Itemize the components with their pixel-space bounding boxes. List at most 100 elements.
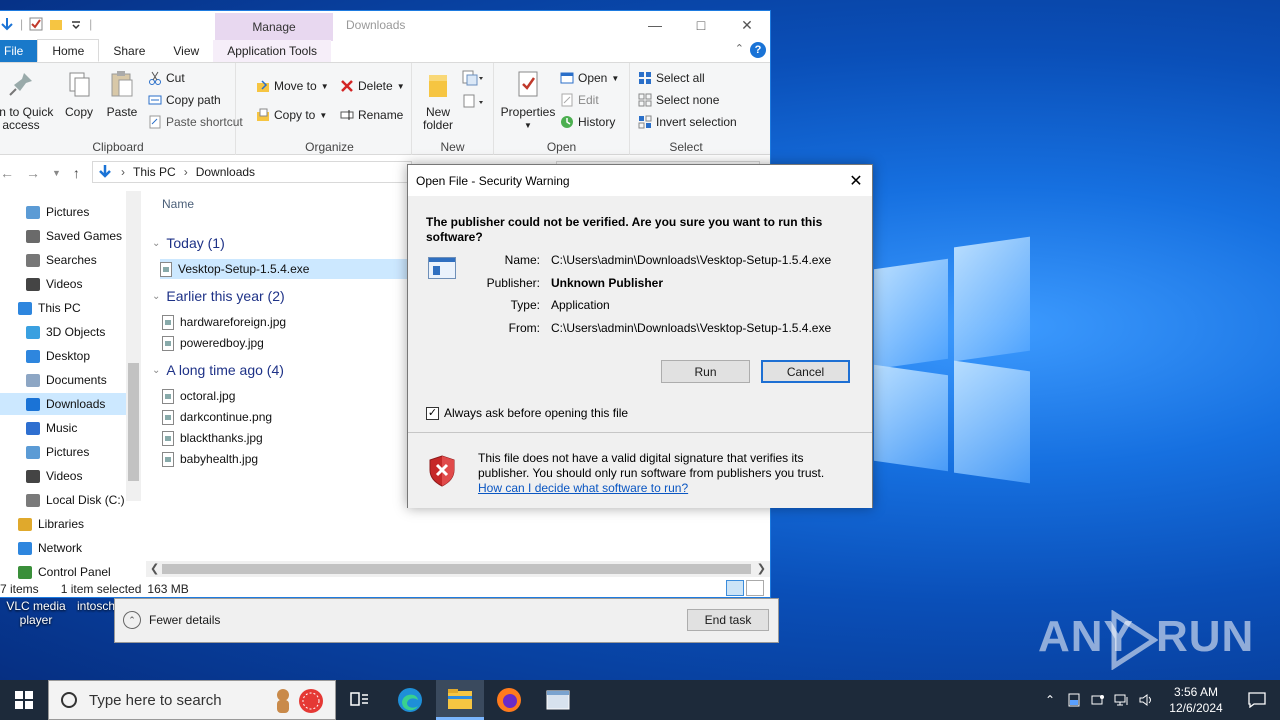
notifications-button[interactable] — [1234, 680, 1280, 720]
tab-file[interactable]: File — [0, 40, 38, 62]
fewer-details-button[interactable]: ⌃ Fewer details — [123, 611, 220, 629]
cut-button[interactable]: Cut — [148, 71, 185, 85]
copy-to-button[interactable]: Copy to ▼ — [256, 108, 327, 122]
collapse-ribbon-icon[interactable]: ⌃ — [735, 42, 744, 55]
file-row-selected[interactable]: Vesktop-Setup-1.5.4.exe — [160, 259, 410, 279]
help-icon[interactable]: ? — [750, 42, 766, 58]
group-header-earlier-this-year[interactable]: ⌄ Earlier this year (2) — [152, 288, 285, 304]
breadcrumb-downloads[interactable]: Downloads — [196, 165, 255, 179]
sidebar-item-saved-games[interactable]: Saved Games — [0, 225, 126, 247]
task-view-button[interactable] — [336, 680, 384, 720]
file-row[interactable]: poweredboy.jpg — [162, 333, 410, 353]
copy-button[interactable]: Copy — [62, 69, 96, 119]
sidebar-item-desktop[interactable]: Desktop — [0, 345, 126, 367]
properties-check-icon[interactable] — [29, 17, 43, 31]
copy-path-button[interactable]: Copy path — [148, 93, 221, 107]
new-folder-icon[interactable] — [49, 17, 63, 31]
easy-access-icon[interactable] — [462, 93, 484, 111]
sidebar-item-3d-objects[interactable]: 3D Objects — [0, 321, 126, 343]
large-icons-view-icon[interactable] — [746, 580, 764, 596]
horizontal-scrollbar[interactable]: ❮ ❯ — [146, 561, 770, 577]
invert-selection-button[interactable]: Invert selection — [638, 115, 737, 129]
close-icon[interactable]: ✕ — [724, 11, 770, 39]
minimize-icon[interactable]: — — [632, 11, 678, 39]
pin-quick-access-button[interactable]: Pin to Quick access — [0, 69, 56, 132]
always-ask-checkbox[interactable]: ✓ — [426, 406, 439, 420]
start-button[interactable] — [0, 680, 48, 720]
rename-button[interactable]: Rename — [340, 108, 403, 122]
tab-share[interactable]: Share — [99, 40, 159, 62]
file-explorer-button[interactable] — [436, 680, 484, 720]
sidebar-item-network[interactable]: Network — [0, 537, 126, 559]
desktop-icon-intosch[interactable]: intosch — [76, 599, 116, 613]
back-arrow-icon[interactable]: ← — [0, 165, 14, 181]
scroll-left-icon[interactable]: ❮ — [150, 562, 159, 575]
meet-now-icon[interactable] — [1086, 680, 1110, 720]
file-row[interactable]: hardwareforeign.jpg — [162, 312, 410, 332]
chevron-up-icon[interactable]: ⌃ — [1038, 680, 1062, 720]
file-row[interactable]: octoral.jpg — [162, 386, 410, 406]
scroll-right-icon[interactable]: ❯ — [757, 562, 766, 575]
tab-application-tools[interactable]: Application Tools — [213, 40, 332, 62]
scrollbar-thumb[interactable] — [128, 363, 139, 481]
scrollbar-thumb[interactable] — [162, 564, 751, 574]
delete-button[interactable]: Delete ▼ — [340, 79, 405, 93]
sidebar-item-pictures[interactable]: Pictures — [0, 201, 126, 223]
taskbar-search[interactable]: Type here to search — [48, 680, 336, 720]
recent-dropdown-icon[interactable]: ▼ — [52, 168, 61, 181]
help-link[interactable]: How can I decide what software to run? — [478, 481, 688, 495]
details-view-icon[interactable] — [726, 580, 744, 596]
move-to-button[interactable]: Move to ▼ — [256, 79, 329, 93]
history-button[interactable]: History — [560, 115, 615, 129]
up-arrow-icon[interactable]: ↑ — [73, 165, 80, 181]
sidebar-item-downloads[interactable]: Downloads — [0, 393, 126, 415]
sidebar-item-pictures[interactable]: Pictures — [0, 441, 126, 463]
select-none-button[interactable]: Select none — [638, 93, 719, 107]
firefox-button[interactable] — [485, 680, 533, 720]
select-all-button[interactable]: Select all — [638, 71, 705, 85]
file-row[interactable]: darkcontinue.png — [162, 407, 410, 427]
file-row[interactable]: blackthanks.jpg — [162, 428, 410, 448]
always-ask-checkbox-row[interactable]: ✓ Always ask before opening this file — [426, 406, 628, 420]
forward-arrow-icon[interactable]: → — [26, 165, 40, 181]
properties-button[interactable]: Properties ▼ — [500, 69, 556, 132]
nav-scrollbar[interactable] — [126, 191, 141, 501]
paste-shortcut-button[interactable]: Paste shortcut — [148, 115, 243, 129]
sidebar-item-libraries[interactable]: Libraries — [0, 513, 126, 535]
customize-dropdown-icon[interactable] — [69, 17, 83, 31]
edge-button[interactable] — [386, 680, 434, 720]
close-icon[interactable]: ✕ — [840, 165, 872, 196]
desktop-icon-vlc[interactable]: VLC media player — [0, 599, 72, 627]
new-folder-button[interactable]: New folder — [420, 69, 456, 132]
group-header-long-time-ago[interactable]: ⌄ A long time ago (4) — [152, 362, 284, 378]
run-button[interactable]: Run — [661, 360, 750, 383]
sidebar-item-videos[interactable]: Videos — [0, 273, 126, 295]
edit-button[interactable]: Edit — [560, 93, 599, 107]
end-task-button[interactable]: End task — [687, 609, 769, 631]
maximize-icon[interactable]: □ — [678, 11, 724, 39]
sidebar-item-this-pc[interactable]: This PC — [0, 297, 126, 319]
clock[interactable]: 3:56 AM 12/6/2024 — [1158, 684, 1234, 716]
security-dialog-button[interactable] — [534, 680, 582, 720]
sidebar-item-local-disk-c[interactable]: Local Disk (C:) — [0, 489, 126, 511]
column-header-name[interactable]: Name — [162, 197, 194, 211]
volume-icon[interactable] — [1134, 680, 1158, 720]
breadcrumb-this-pc[interactable]: This PC — [133, 165, 176, 179]
file-row[interactable]: babyhealth.jpg — [162, 449, 410, 469]
sidebar-item-videos[interactable]: Videos — [0, 465, 126, 487]
cancel-button[interactable]: Cancel — [761, 360, 850, 383]
address-bar[interactable]: › This PC › Downloads — [92, 161, 412, 183]
tab-home[interactable]: Home — [37, 39, 100, 62]
open-button[interactable]: Open ▼ — [560, 71, 619, 85]
sidebar-item-documents[interactable]: Documents — [0, 369, 126, 391]
sidebar-item-music[interactable]: Music — [0, 417, 126, 439]
tab-manage[interactable]: Manage — [215, 13, 333, 41]
tablet-icon[interactable] — [1062, 680, 1086, 720]
new-item-icon[interactable] — [462, 69, 484, 87]
sidebar-item-searches[interactable]: Searches — [0, 249, 126, 271]
paste-button[interactable]: Paste — [104, 69, 140, 119]
group-header-today[interactable]: ⌄ Today (1) — [152, 235, 225, 251]
network-icon[interactable] — [1110, 680, 1134, 720]
down-arrow-icon[interactable] — [0, 17, 14, 31]
tab-view[interactable]: View — [159, 40, 213, 62]
